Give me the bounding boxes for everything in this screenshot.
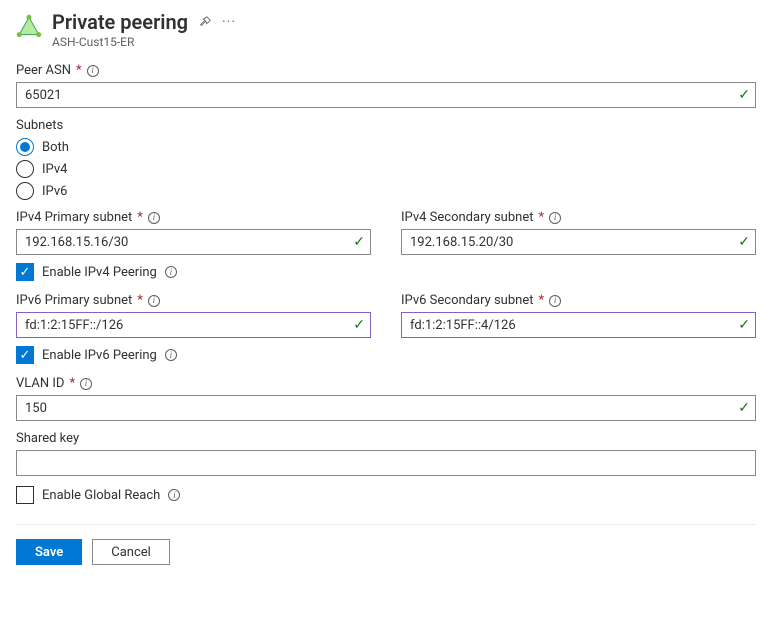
info-icon[interactable]: i xyxy=(165,349,177,361)
info-icon[interactable]: i xyxy=(148,295,160,307)
enable-ipv6-checkbox[interactable]: ✓ xyxy=(16,346,34,364)
enable-global-reach-checkbox[interactable] xyxy=(16,486,34,504)
peer-asn-input[interactable] xyxy=(16,82,756,108)
divider xyxy=(16,524,756,525)
ipv6-secondary-input[interactable] xyxy=(401,312,756,338)
enable-global-reach-label: Enable Global Reach xyxy=(42,488,160,503)
pin-icon[interactable] xyxy=(198,15,212,29)
subnets-radio-ipv6[interactable]: IPv6 xyxy=(16,182,756,200)
required-marker: * xyxy=(69,376,75,391)
save-button[interactable]: Save xyxy=(16,539,82,565)
ipv4-secondary-label: IPv4 Secondary subnet xyxy=(401,210,533,225)
ipv4-primary-label: IPv4 Primary subnet xyxy=(16,210,132,225)
enable-ipv6-label: Enable IPv6 Peering xyxy=(42,348,157,363)
info-icon[interactable]: i xyxy=(168,489,180,501)
enable-ipv4-checkbox[interactable]: ✓ xyxy=(16,263,34,281)
radio-label-ipv6: IPv6 xyxy=(42,184,67,199)
info-icon[interactable]: i xyxy=(549,295,561,307)
required-marker: * xyxy=(76,63,82,78)
radio-label-both: Both xyxy=(42,140,69,155)
page-title: Private peering xyxy=(52,10,188,34)
footer-actions: Save Cancel xyxy=(16,539,756,565)
ipv6-primary-input[interactable] xyxy=(16,312,371,338)
info-icon[interactable]: i xyxy=(165,266,177,278)
page-header: Private peering ··· ASH-Cust15-ER xyxy=(16,10,756,49)
ipv4-secondary-input[interactable] xyxy=(401,229,756,255)
ipv6-secondary-label: IPv6 Secondary subnet xyxy=(401,293,533,308)
vlan-id-label: VLAN ID xyxy=(16,376,64,391)
required-marker: * xyxy=(137,293,143,308)
enable-ipv4-label: Enable IPv4 Peering xyxy=(42,265,157,280)
required-marker: * xyxy=(538,210,544,225)
required-marker: * xyxy=(538,293,544,308)
subnets-radio-both[interactable]: Both xyxy=(16,138,756,156)
vlan-id-input[interactable] xyxy=(16,395,756,421)
cancel-button[interactable]: Cancel xyxy=(92,539,170,565)
subnets-radio-ipv4[interactable]: IPv4 xyxy=(16,160,756,178)
ipv4-primary-input[interactable] xyxy=(16,229,371,255)
peering-icon xyxy=(16,14,42,40)
info-icon[interactable]: i xyxy=(87,65,99,77)
ipv6-primary-label: IPv6 Primary subnet xyxy=(16,293,132,308)
shared-key-input[interactable] xyxy=(16,450,756,476)
info-icon[interactable]: i xyxy=(148,212,160,224)
info-icon[interactable]: i xyxy=(549,212,561,224)
peer-asn-label: Peer ASN xyxy=(16,63,71,78)
shared-key-label: Shared key xyxy=(16,431,79,446)
info-icon[interactable]: i xyxy=(80,378,92,390)
radio-label-ipv4: IPv4 xyxy=(42,162,67,177)
required-marker: * xyxy=(137,210,143,225)
page-subtitle: ASH-Cust15-ER xyxy=(52,35,236,49)
subnets-label: Subnets xyxy=(16,118,756,133)
more-icon[interactable]: ··· xyxy=(222,14,236,30)
